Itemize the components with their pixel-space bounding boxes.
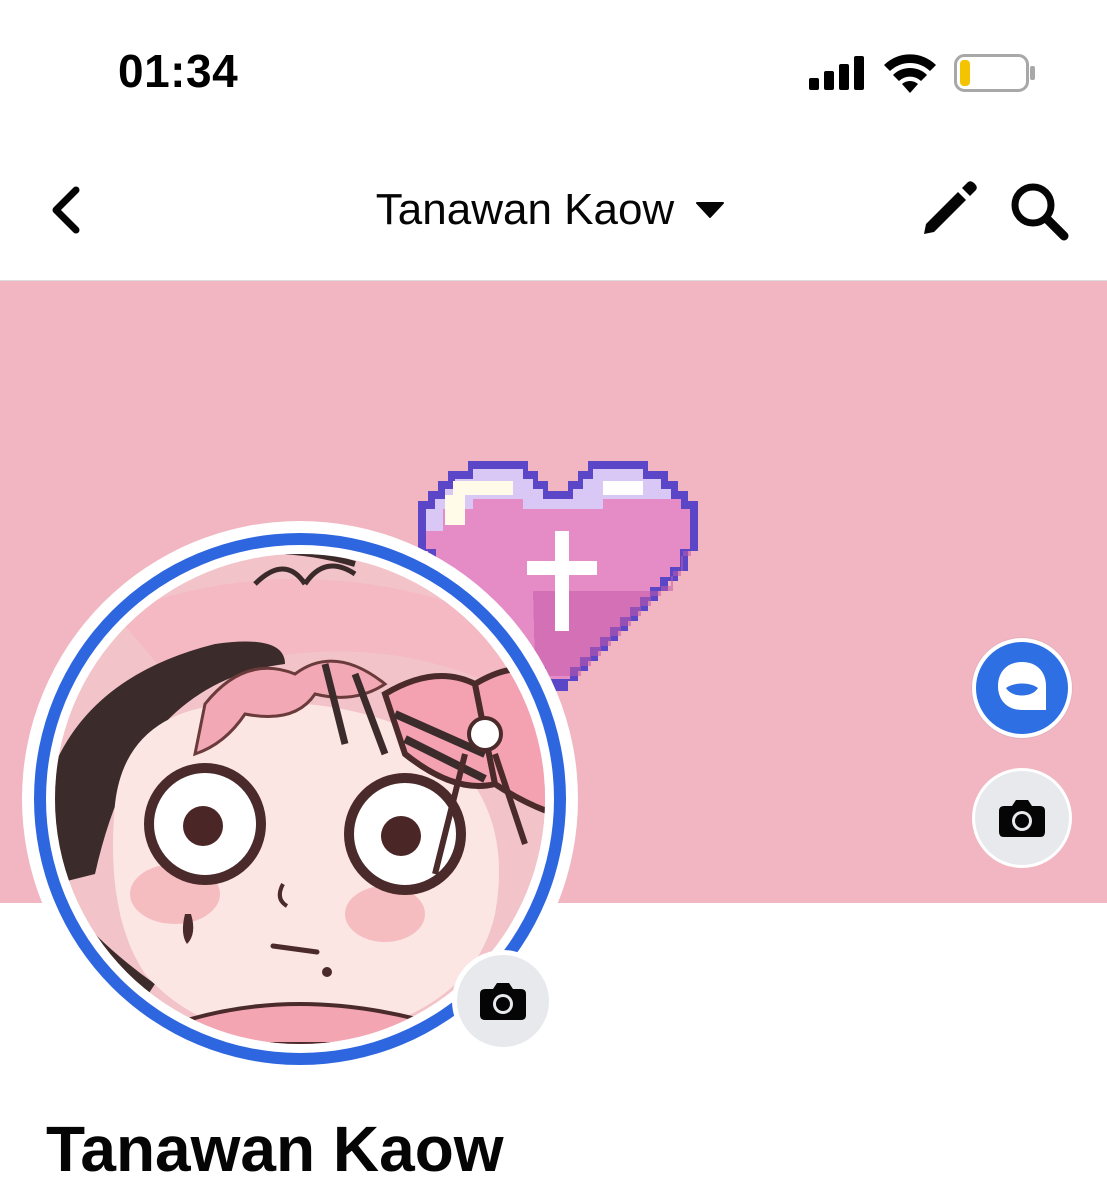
cover-camera-button[interactable]: [972, 768, 1072, 868]
chevron-left-icon[interactable]: [38, 180, 94, 240]
avatar-button[interactable]: [972, 638, 1072, 738]
profile-name: Tanawan Kaow: [46, 1113, 504, 1185]
status-bar: 01:34: [0, 0, 1107, 140]
cellular-signal-icon: [809, 56, 864, 90]
profile-camera-button[interactable]: [452, 950, 554, 1052]
profile-switcher[interactable]: Tanawan Kaow: [330, 180, 770, 240]
camera-icon: [999, 800, 1045, 837]
nav-title: Tanawan Kaow: [375, 185, 675, 234]
profile-nav-bar: Tanawan Kaow: [0, 140, 1107, 281]
pencil-icon[interactable]: [918, 178, 980, 240]
camera-icon: [480, 983, 526, 1020]
avatar-icon: [998, 662, 1046, 710]
caret-down-icon: [696, 202, 725, 218]
search-icon[interactable]: [1006, 178, 1072, 244]
wifi-icon: [884, 54, 936, 93]
status-time: 01:34: [118, 45, 239, 97]
battery-low-icon: [954, 54, 1035, 92]
